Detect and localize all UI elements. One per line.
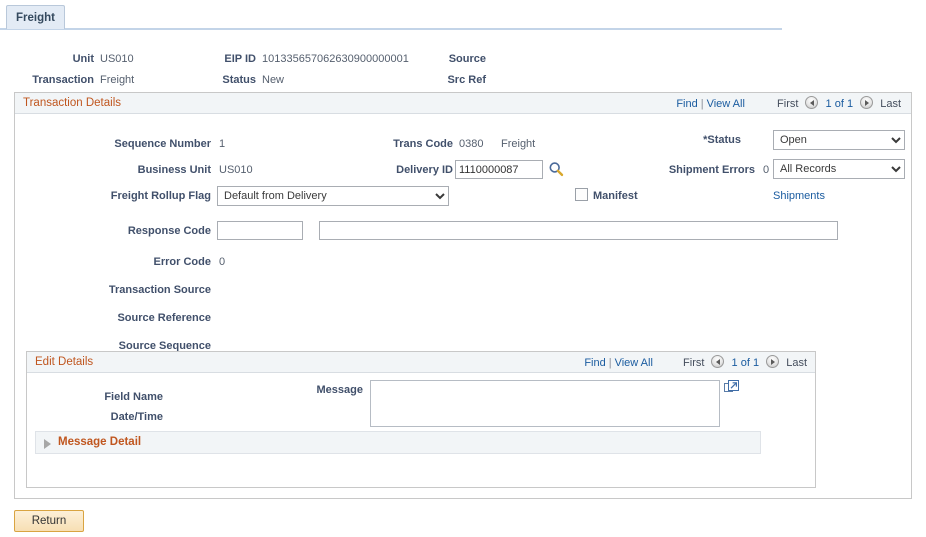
nav-separator: |	[700, 98, 704, 110]
shipment-errors-value: 0	[763, 164, 770, 176]
edit-previous-row-icon[interactable]	[711, 355, 725, 368]
shipments-link[interactable]: Shipments	[773, 190, 825, 202]
edit-find-link[interactable]: Find	[584, 357, 605, 369]
freight-rollup-flag-label: Freight Rollup Flag	[110, 190, 211, 202]
business-unit-value: US010	[219, 164, 253, 176]
return-button[interactable]: Return	[14, 510, 84, 532]
transaction-details-header: Transaction Details Find | View All First …	[15, 93, 911, 114]
edit-last-label[interactable]: Last	[786, 357, 807, 369]
edit-first-label[interactable]: First	[683, 357, 704, 369]
expand-collapse-icon[interactable]	[44, 439, 51, 449]
error-code-label: Error Code	[153, 256, 211, 268]
sequence-number-value: 1	[219, 138, 226, 150]
source-reference-label: Source Reference	[117, 312, 211, 324]
transaction-value: Freight	[100, 74, 135, 86]
status-required-label: *Status	[703, 134, 741, 146]
first-label[interactable]: First	[777, 98, 798, 110]
business-unit-label: Business Unit	[137, 164, 211, 176]
trans-code-description: Freight	[501, 138, 536, 150]
edit-details-header: Edit Details Find | View All First 1 of 1 …	[27, 352, 815, 373]
tab-strip: Freight	[0, 0, 926, 30]
edit-details-title: Edit Details	[35, 356, 94, 368]
shipment-errors-label: Shipment Errors	[668, 164, 755, 176]
freight-rollup-flag-select[interactable]: Default from Delivery	[217, 186, 449, 206]
records-filter-select[interactable]: All Records	[773, 159, 905, 179]
delivery-id-label: Delivery ID	[396, 164, 453, 176]
transaction-source-label: Transaction Source	[108, 284, 211, 296]
response-code-label: Response Code	[127, 225, 211, 237]
error-code-value: 0	[219, 256, 226, 268]
message-detail-label: Message Detail	[58, 436, 142, 448]
message-textarea[interactable]	[370, 380, 720, 427]
eip-id-value: 101335657062630900000001	[262, 53, 409, 65]
summary-row-1: Unit US010 EIP ID 1013356570626309000000…	[0, 44, 926, 65]
status-label: Status	[222, 74, 256, 86]
response-text-input[interactable]	[319, 221, 838, 240]
response-code-input[interactable]	[217, 221, 303, 240]
summary-row-2: Transaction Freight Status New Src Ref	[0, 65, 926, 86]
expand-message-icon[interactable]	[724, 380, 739, 394]
transaction-details-panel: Transaction Details Find | View All First …	[14, 92, 912, 499]
last-label[interactable]: Last	[880, 98, 901, 110]
field-name-label: Field Name	[104, 391, 163, 403]
edit-details-panel: Edit Details Find | View All First 1 of 1 …	[26, 351, 816, 488]
transaction-details-nav: Find | View All First 1 of 1 Last	[676, 96, 901, 112]
next-row-icon[interactable]	[860, 96, 874, 109]
sequence-number-label: Sequence Number	[114, 138, 211, 150]
tab-strip-rule	[0, 28, 782, 30]
status-select[interactable]: Open	[773, 130, 905, 150]
edit-view-all-link[interactable]: View All	[615, 357, 653, 369]
eip-id-label: EIP ID	[224, 53, 256, 65]
status-value: New	[262, 74, 285, 86]
message-label: Message	[316, 384, 363, 396]
transaction-summary: Unit US010 EIP ID 1013356570626309000000…	[0, 44, 926, 86]
date-time-label: Date/Time	[110, 411, 163, 423]
source-label: Source	[448, 53, 486, 65]
edit-next-row-icon[interactable]	[766, 355, 780, 368]
manifest-label: Manifest	[593, 190, 638, 202]
unit-label: Unit	[72, 53, 94, 65]
delivery-id-input[interactable]	[455, 160, 543, 179]
find-link[interactable]: Find	[676, 98, 697, 110]
manifest-checkbox[interactable]	[575, 188, 588, 201]
previous-row-icon[interactable]	[805, 96, 819, 109]
delivery-id-lookup-icon[interactable]	[548, 161, 564, 177]
transaction-details-title: Transaction Details	[23, 97, 122, 109]
tab-freight[interactable]: Freight	[6, 5, 65, 29]
edit-row-counter: 1 of 1	[731, 357, 760, 369]
unit-value: US010	[100, 53, 134, 65]
transaction-label: Transaction	[32, 74, 94, 86]
edit-details-nav: Find | View All First 1 of 1 Last	[584, 355, 807, 371]
view-all-link[interactable]: View All	[707, 98, 745, 110]
message-detail-section[interactable]: Message Detail	[35, 431, 761, 454]
trans-code-label: Trans Code	[393, 138, 453, 150]
src-ref-label: Src Ref	[447, 74, 486, 86]
row-counter: 1 of 1	[825, 98, 854, 110]
trans-code-value: 0380	[459, 138, 484, 150]
edit-nav-separator: |	[608, 357, 612, 369]
